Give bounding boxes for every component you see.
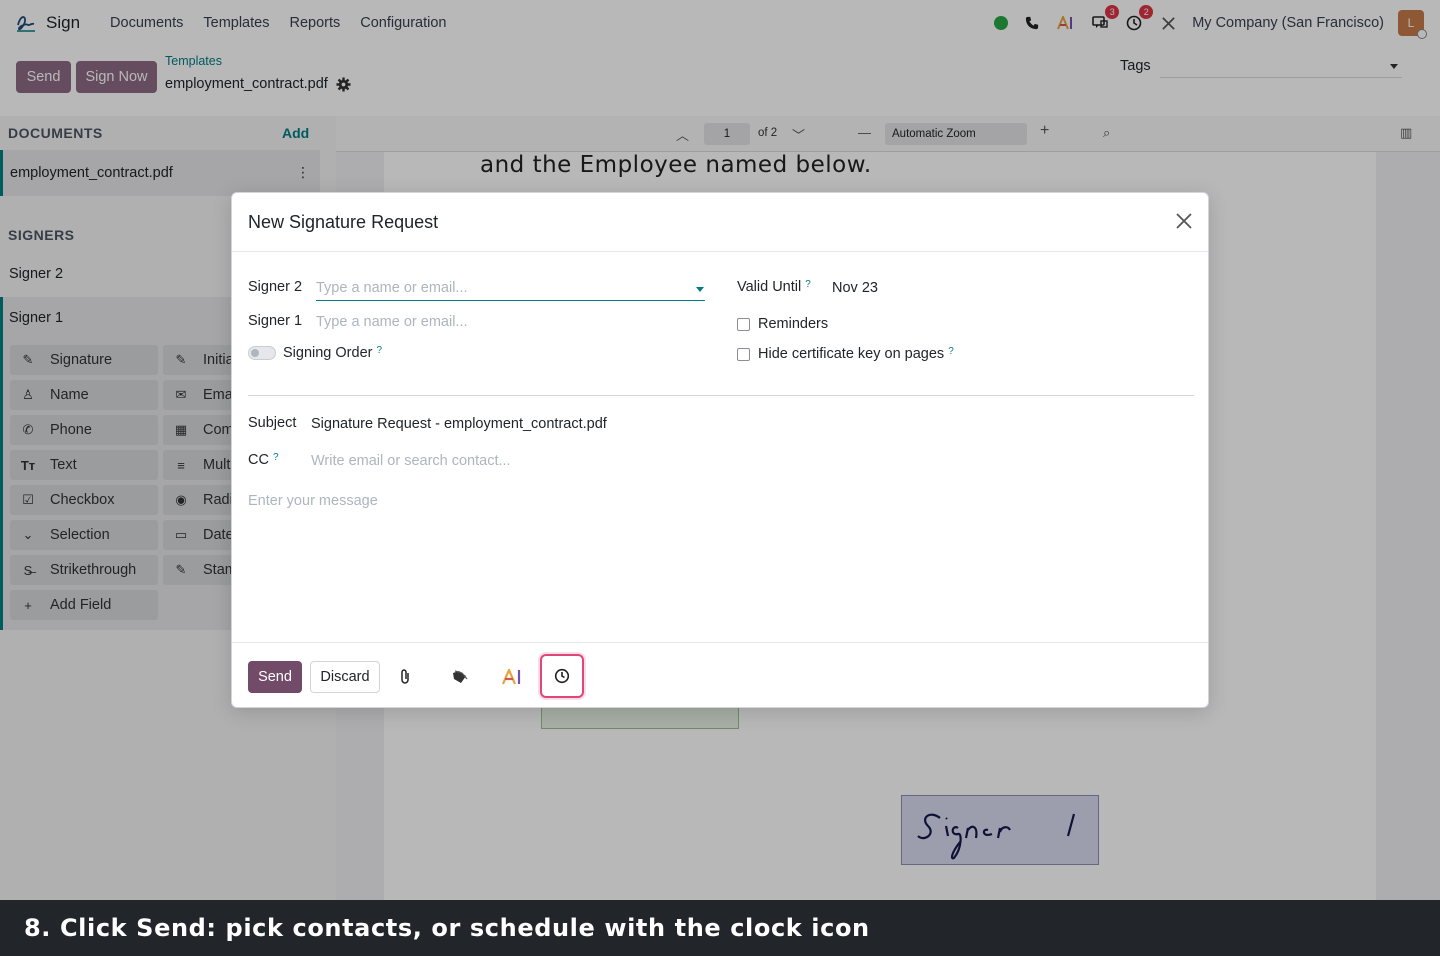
- clock-icon: [554, 668, 570, 684]
- signing-order-toggle[interactable]: [248, 346, 276, 360]
- dialog-send-button[interactable]: Send: [248, 661, 302, 693]
- help-icon[interactable]: ?: [376, 345, 382, 356]
- signer-1-label: Signer 1: [248, 313, 303, 329]
- signer-2-input[interactable]: Type a name or email...: [316, 277, 705, 301]
- message-editor[interactable]: Enter your message: [248, 493, 378, 509]
- paperclip-icon[interactable]: [395, 667, 415, 687]
- chevron-down-icon: [696, 287, 704, 292]
- subject-input[interactable]: Signature Request - employment_contract.…: [311, 416, 607, 432]
- signer-2-label: Signer 2: [248, 279, 303, 295]
- valid-until-input[interactable]: Nov 23: [832, 280, 878, 296]
- signer-1-input[interactable]: Type a name or email...: [316, 314, 468, 330]
- ai-icon[interactable]: [502, 667, 522, 687]
- hide-certificate-label: Hide certificate key on pages?: [758, 346, 954, 362]
- modal-footer: Send Discard: [232, 642, 1208, 708]
- divider: [248, 395, 1194, 396]
- discard-button[interactable]: Discard: [310, 661, 380, 693]
- help-icon[interactable]: ?: [273, 452, 279, 463]
- close-icon[interactable]: [1174, 211, 1194, 231]
- modal-title: New Signature Request: [248, 212, 439, 232]
- signing-order-label: Signing Order?: [283, 345, 383, 361]
- signer-2-placeholder: Type a name or email...: [316, 280, 468, 296]
- cc-input[interactable]: Write email or search contact...: [311, 453, 511, 469]
- new-signature-request-dialog: New Signature Request Signer 2 Type a na…: [231, 192, 1209, 708]
- modal-header: New Signature Request: [232, 193, 1208, 252]
- cc-label: CC?: [248, 452, 279, 468]
- hide-certificate-checkbox[interactable]: [737, 348, 750, 361]
- reminders-label: Reminders: [758, 316, 829, 332]
- subject-label: Subject: [248, 415, 297, 431]
- valid-until-label: Valid Until?: [737, 279, 811, 295]
- help-icon[interactable]: ?: [948, 346, 954, 357]
- template-tag-icon[interactable]: [450, 667, 470, 687]
- help-icon[interactable]: ?: [805, 279, 811, 290]
- schedule-clock-button[interactable]: [540, 654, 584, 698]
- tutorial-caption: 8. Click Send: pick contacts, or schedul…: [0, 900, 1440, 956]
- reminders-checkbox[interactable]: [737, 318, 750, 331]
